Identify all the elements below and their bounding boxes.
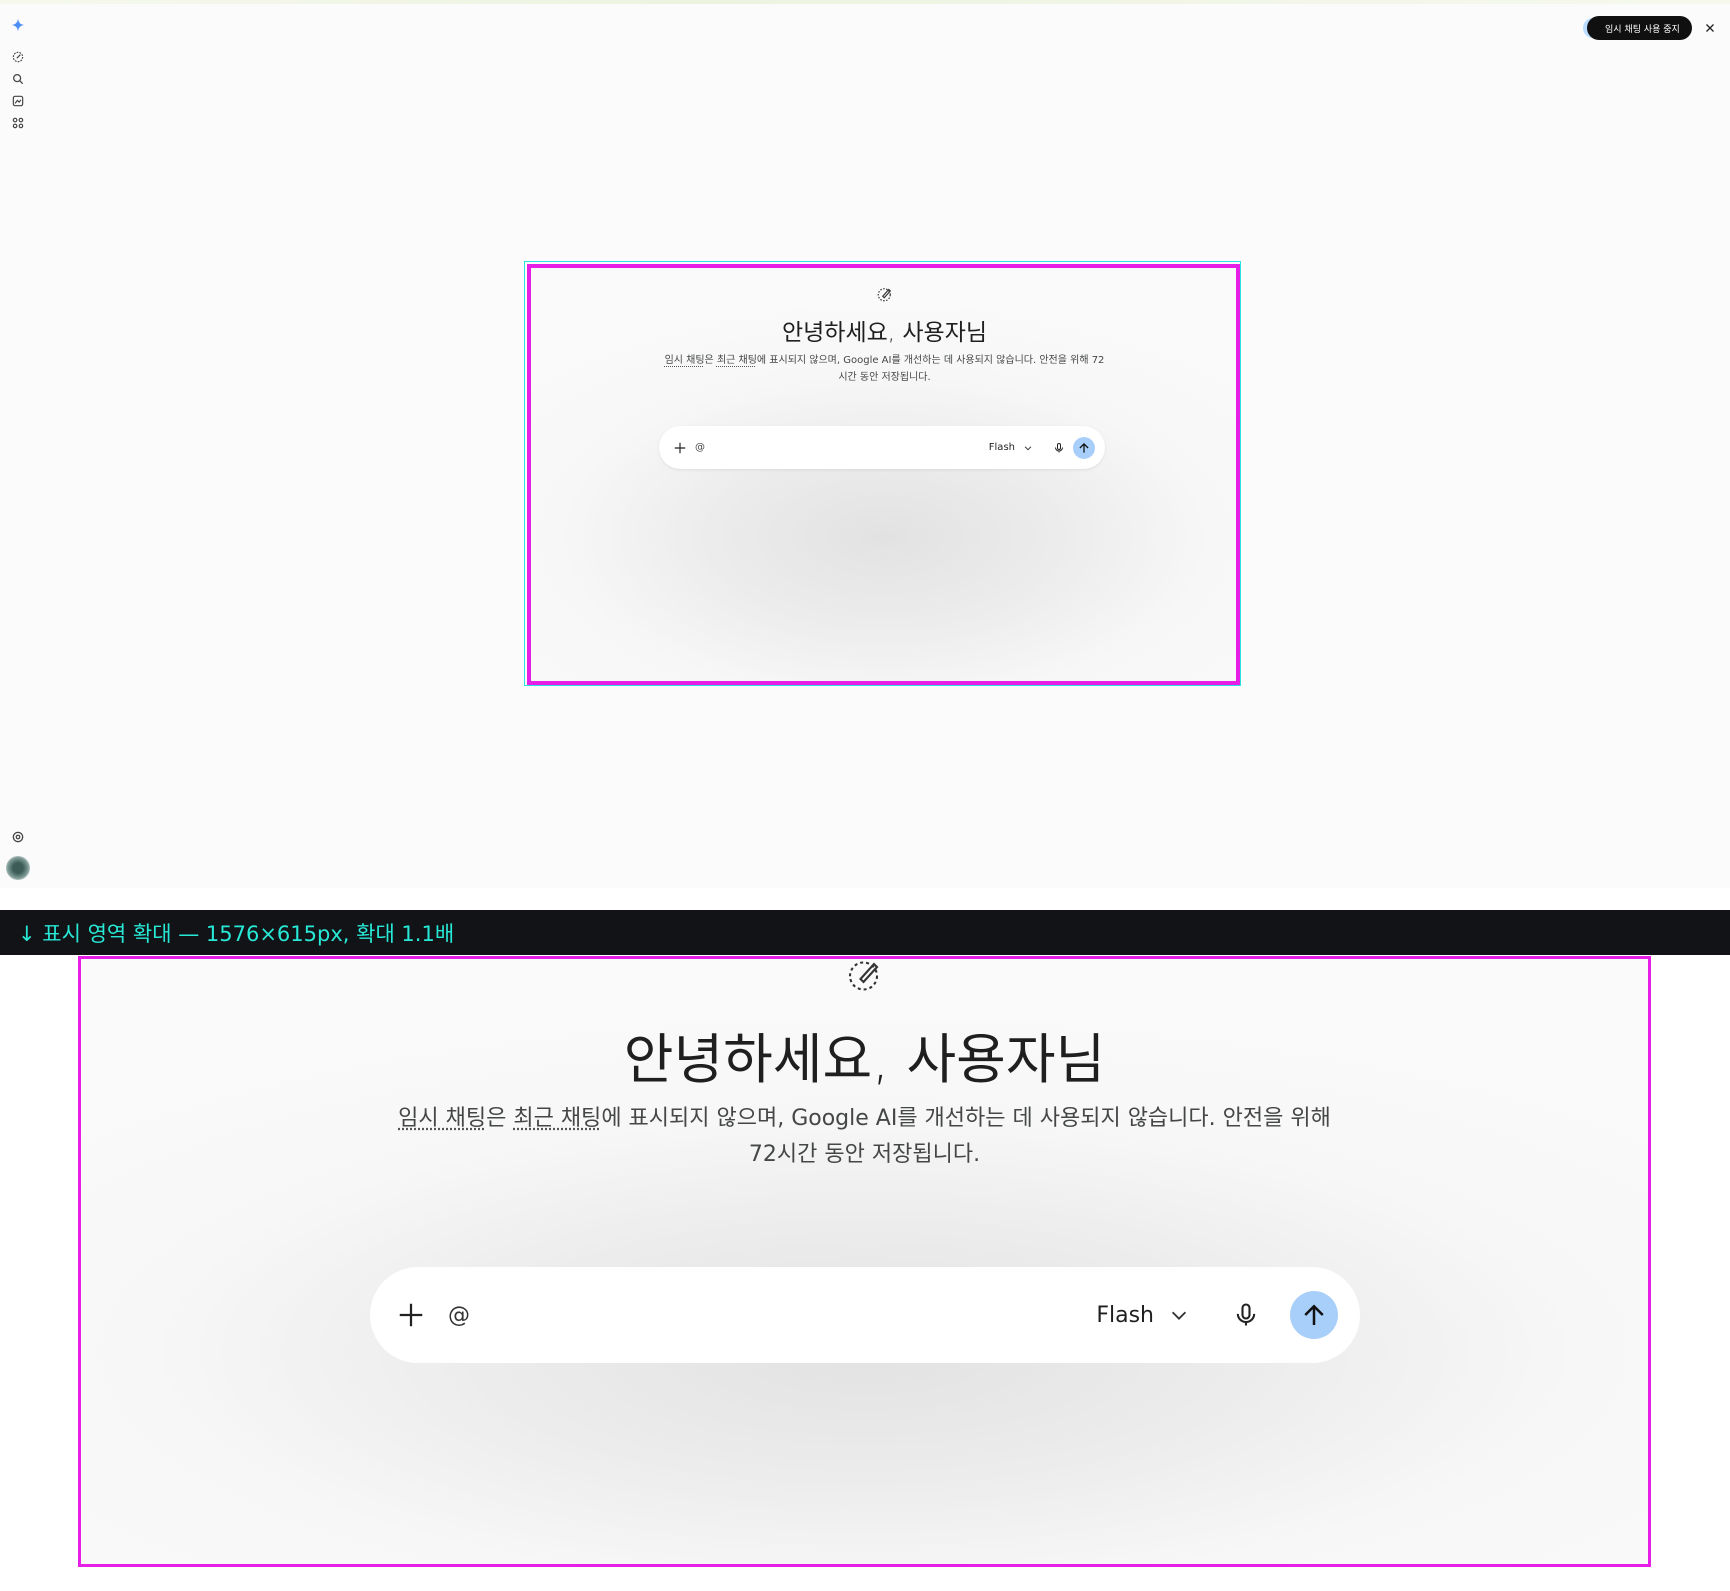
plus-icon[interactable]	[396, 1300, 426, 1330]
send-button[interactable]	[1290, 1291, 1338, 1339]
temp-chat-off-button[interactable]: 임시 채팅 사용 중지	[1587, 16, 1692, 40]
temporary-chat-icon	[848, 961, 878, 991]
desc-text-2: 에 표시되지 않으며, Google AI를 개선하는 데 사용되지 않습니다.…	[601, 1106, 1331, 1167]
temp-chat-link[interactable]: 임시 채팅	[398, 1106, 486, 1131]
gemini-window: 임시 채팅 사용 중지 안녕하세요, 사용자님 임시 채팅은 최근 채팅에 표시…	[0, 0, 1730, 888]
greeting-title: 안녕하세요, 사용자님	[623, 1028, 1106, 1091]
apps-icon[interactable]	[6, 113, 30, 133]
desc-text-1: 은	[486, 1106, 514, 1131]
gallery-icon[interactable]	[6, 91, 30, 111]
model-selector[interactable]: Flash	[1096, 1303, 1154, 1328]
close-icon[interactable]	[1700, 18, 1720, 38]
temp-chat-label: 임시 채팅 사용 중지	[1605, 24, 1680, 35]
greeting-description: 임시 채팅은 최근 채팅에 표시되지 않으며, Google AI를 개선하는 …	[81, 1101, 1648, 1173]
search-icon[interactable]	[6, 69, 30, 89]
zoomed-greeting-panel: 안녕하세요, 사용자님 임시 채팅은 최근 채팅에 표시되지 않으며, Goog…	[78, 956, 1651, 1567]
microphone-icon[interactable]	[1232, 1301, 1260, 1329]
avatar[interactable]	[6, 856, 30, 880]
arrow-up-icon	[1304, 1304, 1324, 1325]
chevron-down-icon[interactable]	[1168, 1304, 1190, 1326]
new-chat-icon[interactable]	[6, 47, 30, 67]
zoom-banner: ↓ 표시 영역 확대 — 1576×615px, 확대 1.1배	[0, 910, 1730, 955]
settings-icon[interactable]	[6, 827, 30, 847]
top-accent-bar	[0, 0, 1730, 4]
at-mention[interactable]: @	[448, 1303, 470, 1328]
prompt-input[interactable]: @ Flash	[370, 1267, 1360, 1363]
gemini-spark-icon[interactable]	[6, 15, 30, 35]
recent-chats-link[interactable]: 최근 채팅	[513, 1106, 601, 1131]
selection-outline-magenta	[527, 264, 1240, 685]
